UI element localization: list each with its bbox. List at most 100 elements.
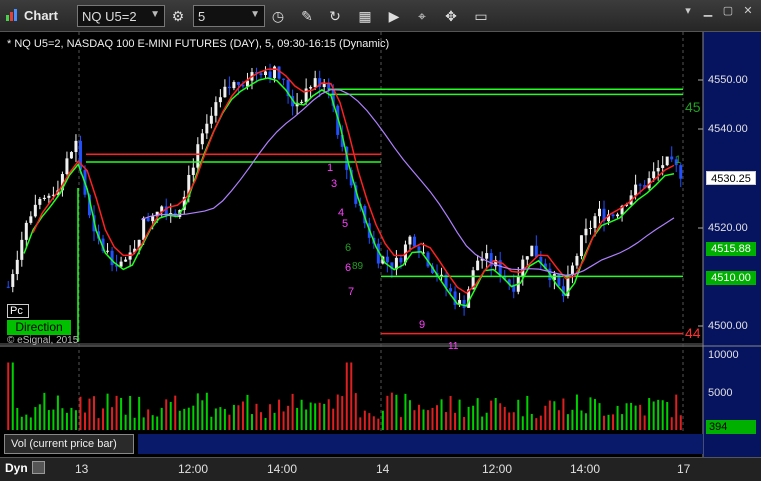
window-menu-button[interactable]: ▾	[679, 4, 697, 18]
volume-bar	[133, 417, 136, 430]
volume-bar	[183, 408, 186, 430]
candle-body	[146, 217, 150, 222]
candle-body	[151, 216, 155, 222]
count-label-5: 5	[342, 218, 349, 230]
symbol-input[interactable]: NQ U5=2 ▼	[77, 5, 165, 27]
candle-body	[273, 66, 277, 79]
volume-bar	[548, 400, 551, 430]
volume-bar	[440, 399, 443, 430]
symbol-value: NQ U5=2	[82, 9, 137, 24]
volume-bar	[575, 394, 578, 430]
volume-bar	[169, 401, 172, 430]
candle-body	[29, 216, 33, 223]
volume-bar	[526, 395, 529, 430]
minimize-button[interactable]: ▁	[699, 4, 717, 18]
volume-bar	[539, 415, 542, 430]
candle-body	[214, 102, 218, 116]
refresh-button[interactable]: ↻	[324, 5, 346, 27]
volume-bar	[494, 397, 497, 430]
volume-bar	[517, 399, 520, 430]
volume-bar	[196, 393, 199, 430]
volume-bar	[639, 404, 642, 430]
candle-body	[268, 71, 272, 79]
volume-bar	[372, 416, 375, 430]
volume-bar	[192, 405, 195, 430]
candle-body	[584, 228, 588, 236]
volume-bar	[607, 414, 610, 430]
maximize-button[interactable]: ▢	[719, 4, 737, 18]
candle-body	[38, 199, 42, 205]
candle-body	[616, 214, 620, 217]
volume-bar	[436, 405, 439, 430]
cursor-button[interactable]: ⌖	[411, 5, 433, 27]
volume-bar	[562, 398, 565, 430]
volume-bar	[7, 362, 10, 430]
candle-body	[15, 259, 19, 275]
volume-bar	[336, 394, 339, 430]
volume-bar	[237, 405, 240, 430]
volume-bar	[535, 418, 538, 430]
candle-body	[42, 197, 46, 200]
close-button[interactable]: ✕	[739, 4, 757, 18]
candle-body	[47, 195, 51, 198]
volume-bar	[377, 418, 380, 430]
candle-body	[530, 245, 534, 257]
volume-bar	[625, 403, 628, 430]
volume-bar	[219, 407, 222, 430]
volume-bar	[255, 403, 258, 430]
count-label-89: 89	[352, 261, 364, 272]
volume-bar	[214, 408, 217, 430]
tools-button[interactable]: ✥	[440, 5, 462, 27]
volume-bar	[43, 392, 46, 430]
time-button[interactable]: ◷	[267, 5, 289, 27]
volume-bar	[269, 404, 272, 430]
draw-button[interactable]: ✎	[296, 5, 318, 27]
volume-bar	[652, 401, 655, 430]
chevron-down-icon[interactable]: ▼	[250, 9, 260, 20]
volume-bar	[160, 407, 163, 430]
candle-body	[227, 86, 231, 89]
volume-bar	[359, 417, 362, 430]
candle-body	[223, 86, 227, 98]
interval-input[interactable]: 5 ▼	[193, 5, 265, 27]
volume-bar	[201, 400, 204, 430]
price-chart[interactable]	[0, 32, 761, 457]
volume-bar	[463, 416, 466, 430]
symbol-settings-button[interactable]: ⚙	[167, 5, 189, 27]
comment-button[interactable]: ▭	[470, 5, 492, 27]
studies-icon: ▦	[358, 8, 372, 24]
volume-bar	[612, 414, 615, 430]
chevron-down-icon[interactable]: ▼	[150, 9, 160, 20]
play-button[interactable]: ▶	[383, 5, 405, 27]
volume-bar	[296, 407, 299, 430]
volume-bar	[74, 410, 77, 430]
volume-bar	[399, 417, 402, 430]
volume-bar	[648, 398, 651, 430]
volume-bar	[20, 416, 23, 430]
volume-bar	[120, 397, 123, 430]
cursor-icon: ⌖	[418, 8, 426, 24]
time-tick: 14:00	[570, 462, 601, 476]
volume-bar	[381, 410, 384, 430]
volume-bar	[408, 400, 411, 430]
candle-body	[525, 256, 529, 260]
studies-button[interactable]: ▦	[354, 5, 376, 27]
volume-bar	[363, 410, 366, 430]
dynamic-scale-icon[interactable]	[32, 461, 45, 474]
volume-bar	[16, 407, 19, 430]
volume-bar	[111, 407, 114, 430]
volume-bar	[345, 362, 348, 430]
candle-body	[638, 184, 642, 186]
volume-bar	[309, 402, 312, 430]
count-label-7: 7	[348, 286, 355, 298]
price-tick-4520: 4520.00	[708, 222, 748, 234]
count-label-6b: 6	[345, 262, 352, 274]
chart-legend: * NQ U5=2, NASDAQ 100 E-MINI FUTURES (DA…	[7, 38, 390, 50]
volume-study-label[interactable]: Vol (current price bar)	[4, 434, 134, 454]
volume-bar	[29, 417, 32, 430]
time-tick: 17	[677, 462, 691, 476]
candle-body	[634, 184, 638, 196]
time-tick: 14	[376, 462, 390, 476]
candle-body	[24, 222, 28, 240]
volume-bar	[368, 413, 371, 430]
